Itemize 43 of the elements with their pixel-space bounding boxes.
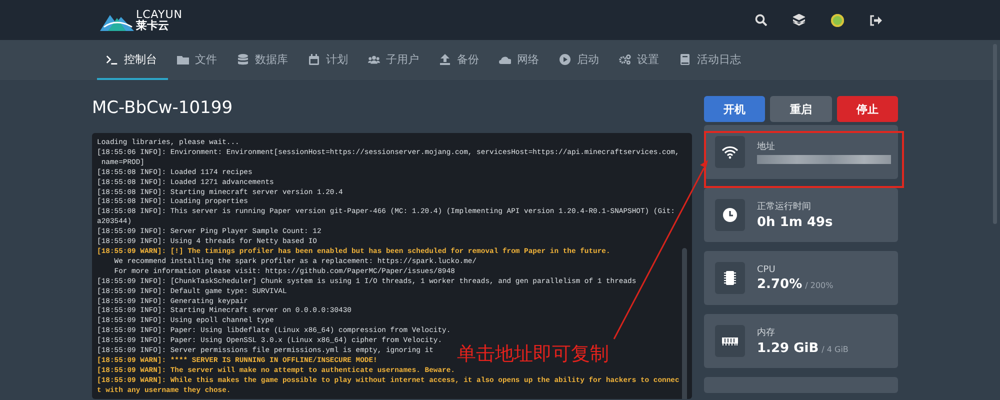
nav-tab[interactable]: 启动 — [550, 40, 610, 80]
stat-value: 2.70% — [757, 276, 802, 292]
stat-label: 正常运行时间 — [757, 200, 812, 213]
users-icon — [368, 54, 380, 64]
clock-icon — [722, 208, 738, 222]
stat-limit: / 200% — [805, 280, 834, 290]
nav-tab[interactable]: 备份 — [430, 40, 490, 80]
gears-icon — [619, 54, 631, 64]
stat-label: 地址 — [757, 140, 776, 153]
nav-tab[interactable]: 设置 — [610, 40, 670, 80]
scrollbar[interactable] — [682, 248, 687, 399]
terminal-icon — [106, 54, 118, 64]
server-name: MC-BbCw-10199 — [92, 96, 234, 120]
logo-text: LCAYUN — [136, 9, 182, 20]
stat-label: CPU — [757, 264, 776, 274]
stat-value: 0h 1m 49s — [757, 215, 833, 230]
nav-tab[interactable]: 控制台 — [97, 40, 168, 80]
nav-tab[interactable]: 子用户 — [359, 40, 430, 80]
annotation-text: 单击地址即可复制 — [457, 342, 609, 367]
stat-label: 内存 — [757, 326, 776, 339]
search-icon[interactable] — [755, 14, 767, 26]
stat-value: 1.29 GiB — [757, 341, 819, 356]
nav-tab[interactable]: 文件 — [168, 40, 228, 80]
layers-icon[interactable] — [793, 14, 805, 26]
stop-button[interactable]: 停止 — [836, 96, 898, 122]
avatar[interactable] — [831, 14, 844, 26]
play-icon — [559, 54, 571, 64]
folder-icon — [177, 54, 189, 64]
wifi-icon — [722, 145, 738, 159]
calendar-icon — [308, 54, 320, 64]
logout-icon[interactable] — [870, 14, 882, 26]
nav-tab[interactable]: 数据库 — [228, 40, 299, 80]
nav-tab[interactable]: 活动日志 — [670, 40, 752, 80]
upload-icon — [439, 54, 451, 64]
logo-text: 莱卡云 — [136, 20, 170, 31]
database-icon — [237, 54, 249, 64]
nav-tab[interactable]: 计划 — [299, 40, 359, 80]
stat-limit: / 4 GiB — [822, 345, 848, 354]
restart-button[interactable]: 重启 — [770, 96, 832, 122]
book-icon — [679, 54, 691, 64]
start-button[interactable]: 开机 — [704, 96, 766, 122]
chip-icon — [722, 271, 738, 285]
nav-tab[interactable]: 网络 — [490, 40, 550, 80]
